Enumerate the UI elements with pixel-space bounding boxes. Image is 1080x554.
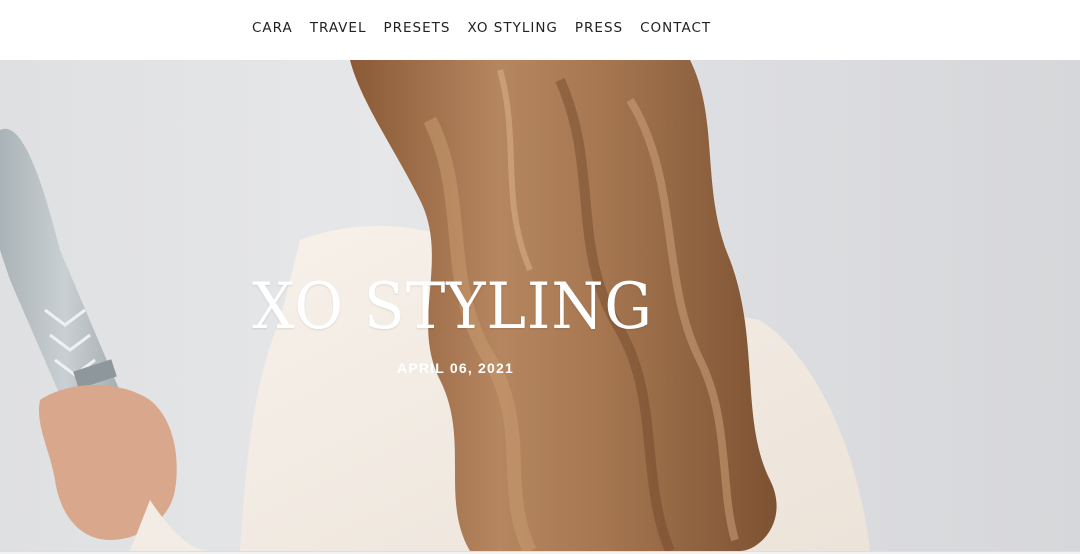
hero-banner: XO STYLING APRIL 06, 2021 <box>0 60 1080 551</box>
nav-item-contact[interactable]: CONTACT <box>640 19 711 37</box>
nav-item-cara[interactable]: CARA <box>252 19 293 37</box>
nav-item-presets[interactable]: PRESETS <box>383 19 450 37</box>
nav-item-xo-styling[interactable]: XO STYLING <box>467 19 557 37</box>
nav-menu: CARA TRAVEL PRESETS XO STYLING PRESS CON… <box>252 19 711 37</box>
hero-title: XO STYLING <box>252 270 653 344</box>
nav-item-travel[interactable]: TRAVEL <box>310 19 367 37</box>
hero-date: APRIL 06, 2021 <box>397 360 514 376</box>
nav-item-press[interactable]: PRESS <box>575 19 623 37</box>
top-navigation: CARA TRAVEL PRESETS XO STYLING PRESS CON… <box>0 0 1080 60</box>
